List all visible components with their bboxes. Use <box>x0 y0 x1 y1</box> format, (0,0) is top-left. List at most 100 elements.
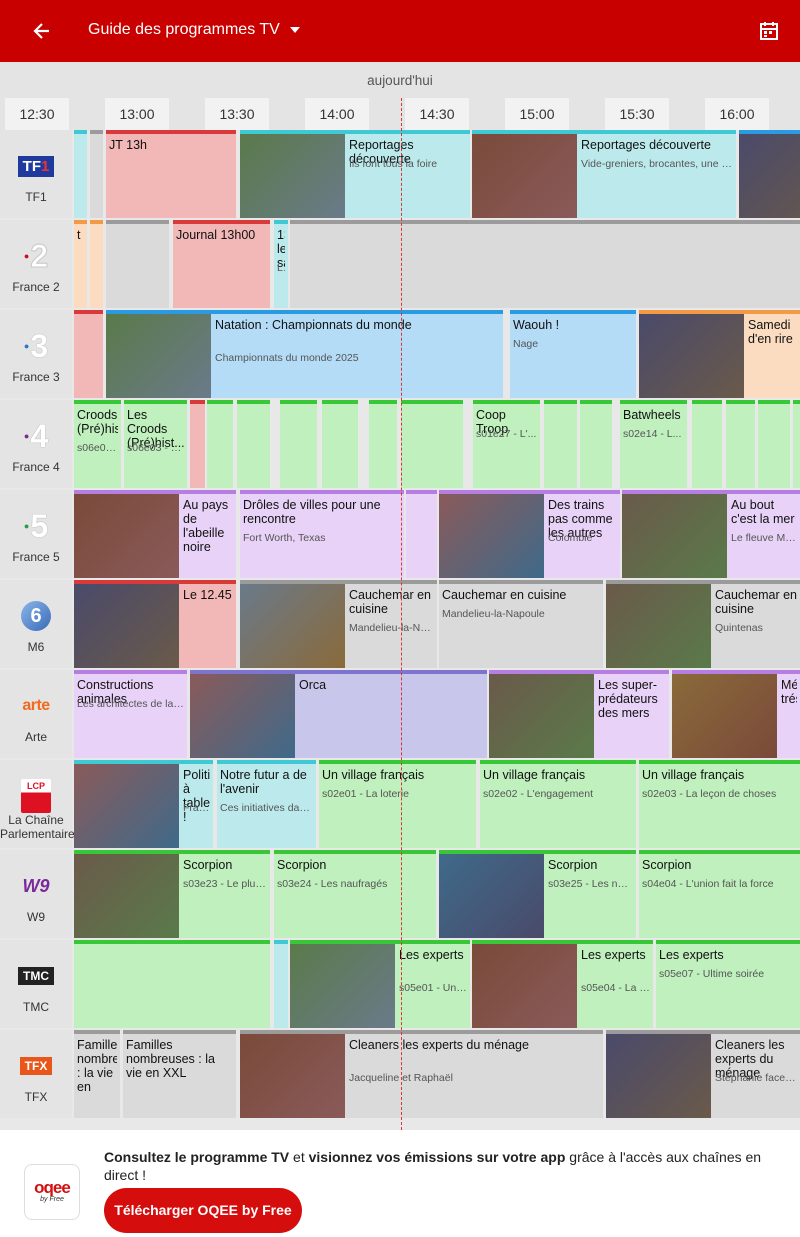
programme-cell[interactable]: Reportages découverte Ils font tous la fo… <box>240 130 470 218</box>
programme-cell[interactable]: Constructions animales Les architectes de… <box>74 670 187 758</box>
programme-cell[interactable] <box>739 130 800 218</box>
programme-cell[interactable] <box>106 220 169 308</box>
programme-cell[interactable]: Samedi d'en rire <box>639 310 800 398</box>
programme-cell[interactable]: Croods (Pré)histoire... s06e02 - Le... <box>74 400 121 488</box>
programme-title: Familles nombreuses : la vie en XXL <box>126 1038 215 1080</box>
programme-thumbnail <box>606 584 711 668</box>
programme-cell[interactable]: Natation : Championnats du monde Champion… <box>106 310 503 398</box>
programme-title: Les experts <box>659 948 724 962</box>
programme-subtitle: s02e14 - L... <box>623 428 682 440</box>
programme-cell[interactable]: Cleaners les experts du ménage Jacqueline… <box>240 1030 603 1118</box>
programme-cell[interactable]: Scorpion s04e04 - L'union fait la force <box>639 850 800 938</box>
programme-cell[interactable]: Des trains pas comme les autres Colombie <box>439 490 620 578</box>
app-promo-banner: oqee by Free Consultez le programme TV e… <box>0 1130 800 1237</box>
programme-cell[interactable]: t <box>74 220 87 308</box>
programme-cell[interactable]: Coop Troop s01e27 - L'... <box>473 400 540 488</box>
programme-cell[interactable] <box>726 400 755 488</box>
programme-cell[interactable]: Mésopotamie, trésors <box>672 670 800 758</box>
programme-thumbnail <box>74 764 179 848</box>
programme-subtitle: s05e01 - Une... <box>399 982 467 994</box>
programme-cell[interactable] <box>74 940 270 1028</box>
programme-cell[interactable]: Les experts s05e04 - La f... <box>472 940 653 1028</box>
programme-cell[interactable]: Les experts s05e01 - Une... <box>290 940 470 1028</box>
channel-name: France 3 <box>12 370 60 384</box>
programme-cell[interactable]: Les Croods (Pré)hist... s06e03 - L... <box>124 400 187 488</box>
programme-grid[interactable]: TF1 TF1 JT 13h Reportages découverte Ils fon… <box>0 130 800 1130</box>
programme-cell[interactable]: Au pays de l'abeille noire <box>74 490 236 578</box>
programme-cell[interactable]: Journal 13h00 <box>173 220 270 308</box>
programme-cell[interactable]: Politiques, à table !François Geme... <box>74 760 213 848</box>
programme-cell[interactable]: Cauchemar en cuisine Mandelieu-la-Napoule <box>439 580 603 668</box>
programme-cell[interactable]: Drôles de villes pour une rencontre Fort … <box>240 490 404 578</box>
channel-france-3[interactable]: ● 3 France 3 <box>0 310 72 398</box>
programme-cell[interactable]: Les super-prédateurs des mers <box>489 670 669 758</box>
channel-name: M6 <box>27 640 45 654</box>
programme-title: Journal 13h00 <box>176 228 256 242</box>
programme-cell[interactable] <box>322 400 358 488</box>
programme-cell[interactable]: Familles nombreuses : la vie en XXL <box>123 1030 236 1118</box>
programme-cell[interactable] <box>758 400 790 488</box>
programme-cell[interactable]: Un village français s02e02 - L'engagement <box>480 760 636 848</box>
programme-cell[interactable]: Scorpion s03e23 - Le plus... <box>74 850 270 938</box>
programme-thumbnail <box>439 854 544 938</box>
back-button[interactable] <box>24 13 64 49</box>
channel-tfx[interactable]: TFX TFX <box>0 1030 72 1118</box>
programme-cell[interactable]: Reportages découverte Vide-greniers, broc… <box>472 130 736 218</box>
calendar-button[interactable] <box>752 14 786 48</box>
programme-cell[interactable] <box>74 130 87 218</box>
channel-tmc[interactable]: TMC TMC <box>0 940 72 1028</box>
programme-cell[interactable] <box>401 400 463 488</box>
programme-cell[interactable]: Scorpion s03e24 - Les naufragés <box>274 850 436 938</box>
programme-cell[interactable] <box>74 310 103 398</box>
programme-cell[interactable] <box>544 400 577 488</box>
channel-la-cha-ne-parlementaire[interactable]: LCP La Chaîne Parlementaire <box>0 760 75 848</box>
programme-title: Au bout c'est la mer <box>731 498 795 526</box>
programme-cell[interactable] <box>207 400 233 488</box>
programme-cell[interactable]: Le 12.45 <box>74 580 236 668</box>
programme-cell[interactable] <box>369 400 397 488</box>
programme-cell[interactable]: JT 13h <box>106 130 236 218</box>
programme-cell[interactable] <box>237 400 270 488</box>
programme-subtitle: Le défi de Cathy <box>277 262 285 274</box>
programme-cell[interactable] <box>90 220 103 308</box>
programme-cell[interactable] <box>190 400 205 488</box>
programme-cell[interactable]: Scorpion s03e25 - Les nau... <box>439 850 636 938</box>
programme-cell[interactable]: Familles nombreuses : la vie en XXL <box>74 1030 120 1118</box>
programme-cell[interactable] <box>406 490 437 578</box>
download-app-button[interactable]: Télécharger OQEE by Free <box>104 1188 302 1233</box>
programme-cell[interactable]: Un village français s02e01 - La loterie <box>319 760 476 848</box>
programme-cell[interactable]: Notre futur a de l'avenir Ces initiatives… <box>217 760 316 848</box>
banner-text-bold-1: Consultez le programme TV <box>104 1149 290 1165</box>
programme-cell[interactable] <box>274 940 288 1028</box>
programme-cell[interactable]: 13h15, le samediLe défi de Cathy <box>274 220 288 308</box>
channel-name: La Chaîne Parlementaire <box>0 813 75 841</box>
programme-subtitle: s06e03 - L... <box>127 442 184 454</box>
programme-cell[interactable]: Cleaners les experts du ménage Stéphanie … <box>606 1030 800 1118</box>
programme-cell[interactable] <box>290 220 800 308</box>
programme-cell[interactable]: Cauchemar en cuisine Mandelieu-la-Na... <box>240 580 437 668</box>
channel-france-5[interactable]: ● 5 France 5 <box>0 490 72 578</box>
channel-tf1[interactable]: TF1 TF1 <box>0 130 72 218</box>
programme-cell[interactable]: Batwheels s02e14 - L... <box>620 400 687 488</box>
programme-cell[interactable] <box>793 400 800 488</box>
programme-cell[interactable]: Les experts s05e07 - Ultime soirée <box>656 940 800 1028</box>
time-tick-1600: 16:00 <box>705 98 769 130</box>
programme-cell[interactable]: Un village français s02e03 - La leçon de … <box>639 760 800 848</box>
programme-title: Cauchemar en cuisine <box>715 588 797 616</box>
channel-m6[interactable]: 6 M6 <box>0 580 72 668</box>
programme-subtitle: s02e02 - L'engagement <box>483 788 594 800</box>
programme-cell[interactable]: Orca <box>190 670 487 758</box>
channel-france-2[interactable]: ● 2 France 2 <box>0 220 72 308</box>
channel-arte[interactable]: arte Arte <box>0 670 72 758</box>
programme-cell[interactable]: Waouh ! Nage <box>510 310 636 398</box>
channel-france-4[interactable]: ● 4 France 4 <box>0 400 72 488</box>
programme-cell[interactable] <box>580 400 612 488</box>
channel-w9[interactable]: W9 W9 <box>0 850 72 938</box>
programme-cell[interactable]: Cauchemar en cuisine Quintenas <box>606 580 800 668</box>
programme-cell[interactable]: Au bout c'est la mer Le fleuve Manambolo <box>622 490 800 578</box>
programme-cell[interactable] <box>90 130 103 218</box>
programme-subtitle: Mandelieu-la-Napoule <box>442 608 545 620</box>
programme-cell[interactable] <box>280 400 317 488</box>
programme-cell[interactable] <box>692 400 722 488</box>
guide-title-dropdown[interactable]: Guide des programmes TV <box>88 21 300 39</box>
